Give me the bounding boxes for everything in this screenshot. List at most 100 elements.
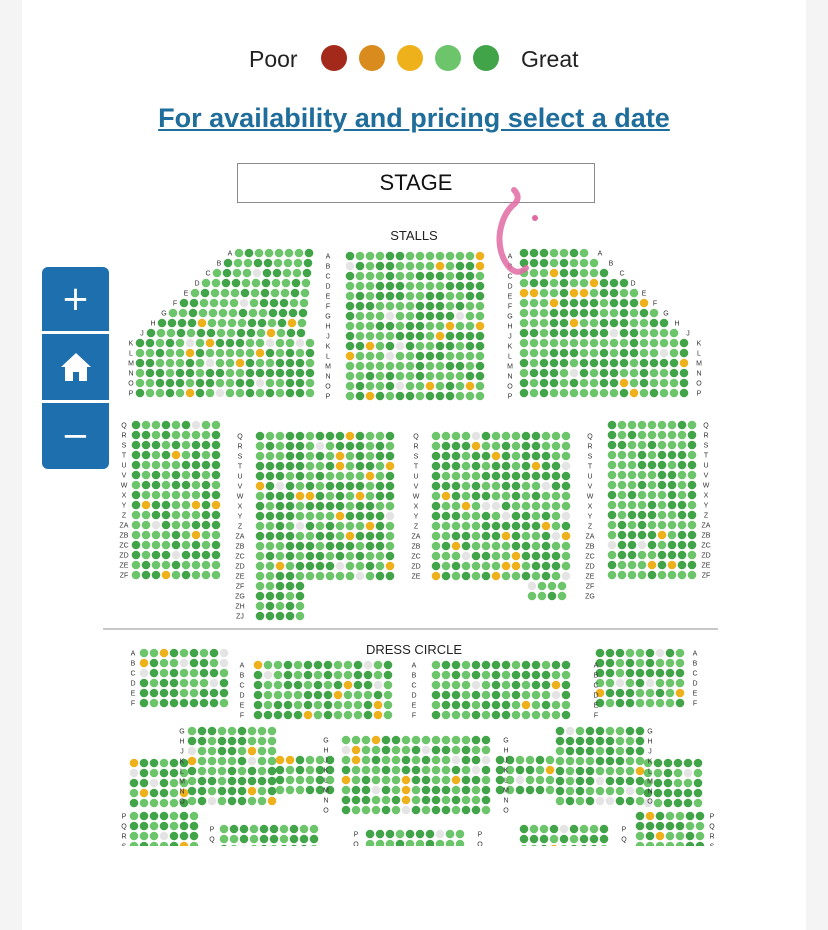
seat[interactable] [555, 766, 565, 776]
seat[interactable] [395, 271, 405, 281]
seat[interactable] [285, 368, 295, 378]
seat[interactable] [627, 570, 637, 580]
seat[interactable] [199, 298, 209, 308]
seat[interactable] [295, 378, 305, 388]
seat[interactable] [296, 328, 306, 338]
seat[interactable] [549, 368, 559, 378]
seat[interactable] [365, 551, 375, 561]
seat[interactable] [615, 766, 625, 776]
seat[interactable] [381, 745, 391, 755]
seat[interactable] [605, 688, 615, 698]
seat[interactable] [579, 328, 589, 338]
seat[interactable] [247, 766, 257, 776]
seat[interactable] [607, 460, 617, 470]
seat[interactable] [625, 658, 635, 668]
seat[interactable] [198, 308, 208, 318]
seat[interactable] [461, 690, 471, 700]
seat[interactable] [441, 680, 451, 690]
seat[interactable] [365, 381, 375, 391]
seat[interactable] [315, 755, 325, 765]
seat[interactable] [455, 381, 465, 391]
seat[interactable] [599, 328, 609, 338]
seat[interactable] [645, 678, 655, 688]
seat[interactable] [639, 308, 649, 318]
seat[interactable] [589, 368, 599, 378]
seat[interactable] [343, 690, 353, 700]
seat[interactable] [341, 745, 351, 755]
seat[interactable] [687, 570, 697, 580]
seat[interactable] [589, 268, 599, 278]
seat[interactable] [519, 308, 529, 318]
seat[interactable] [265, 531, 275, 541]
seat[interactable] [355, 251, 365, 261]
seat[interactable] [283, 690, 293, 700]
seat[interactable] [441, 461, 451, 471]
seat[interactable] [445, 381, 455, 391]
seat[interactable] [191, 430, 201, 440]
seat[interactable] [255, 541, 265, 551]
seat[interactable] [315, 431, 325, 441]
seat[interactable] [145, 368, 155, 378]
seat[interactable] [299, 298, 309, 308]
seat[interactable] [191, 460, 201, 470]
seat-map[interactable]: ABCDEFGHJKLMNOPA AB BC CD DE EF FG GH HJ JK KL LM MN… [0, 0, 828, 930]
seat[interactable] [491, 511, 501, 521]
seat[interactable] [635, 766, 645, 776]
seat[interactable] [201, 520, 211, 530]
seat[interactable] [575, 776, 585, 786]
seat[interactable] [365, 271, 375, 281]
seat[interactable] [265, 471, 275, 481]
seat[interactable] [609, 318, 619, 328]
seat[interactable] [451, 670, 461, 680]
seat[interactable] [167, 318, 177, 328]
seat[interactable] [541, 511, 551, 521]
seat[interactable] [405, 341, 415, 351]
seat[interactable] [617, 490, 627, 500]
seat[interactable] [585, 786, 595, 796]
seat[interactable] [351, 785, 361, 795]
seat[interactable] [521, 670, 531, 680]
seat[interactable] [575, 766, 585, 776]
seat[interactable] [385, 341, 395, 351]
seat[interactable] [415, 829, 425, 839]
seat[interactable] [649, 338, 659, 348]
seat[interactable] [629, 378, 639, 388]
seat[interactable] [675, 648, 685, 658]
seat[interactable] [297, 318, 307, 328]
seat[interactable] [333, 680, 343, 690]
seat[interactable] [451, 690, 461, 700]
seat[interactable] [599, 288, 609, 298]
seat[interactable] [551, 441, 561, 451]
seat[interactable] [579, 278, 589, 288]
seat[interactable] [169, 768, 179, 778]
seat[interactable] [228, 308, 238, 318]
seat[interactable] [475, 331, 485, 341]
seat[interactable] [285, 471, 295, 481]
seat[interactable] [293, 690, 303, 700]
seat[interactable] [411, 755, 421, 765]
seat[interactable] [361, 805, 371, 815]
seat[interactable] [365, 531, 375, 541]
seat[interactable] [491, 660, 501, 670]
seat[interactable] [341, 755, 351, 765]
seat[interactable] [677, 490, 687, 500]
seat[interactable] [421, 785, 431, 795]
seat[interactable] [275, 338, 285, 348]
seat[interactable] [385, 501, 395, 511]
seat[interactable] [139, 778, 149, 788]
seat[interactable] [491, 451, 501, 461]
seat[interactable] [365, 321, 375, 331]
seat[interactable] [345, 441, 355, 451]
seat[interactable] [185, 358, 195, 368]
seat[interactable] [511, 680, 521, 690]
seat[interactable] [255, 451, 265, 461]
seat[interactable] [615, 698, 625, 708]
seat[interactable] [151, 570, 161, 580]
seat[interactable] [687, 560, 697, 570]
seat[interactable] [539, 258, 549, 268]
seat[interactable] [276, 328, 286, 338]
seat[interactable] [653, 768, 663, 778]
seat[interactable] [451, 755, 461, 765]
seat[interactable] [385, 291, 395, 301]
seat[interactable] [569, 298, 579, 308]
